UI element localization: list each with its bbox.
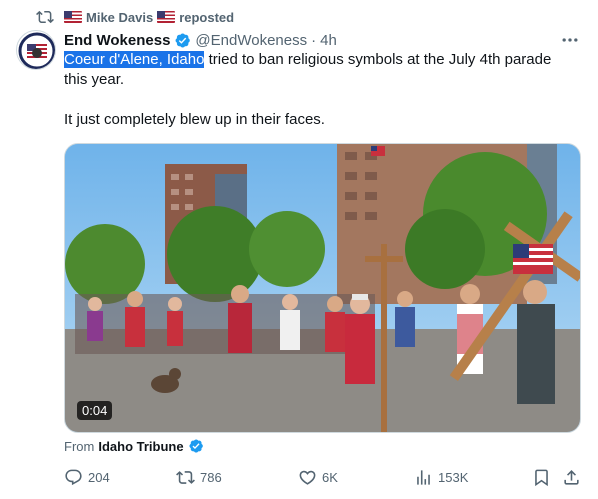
share-button[interactable] xyxy=(562,466,581,488)
like-button[interactable]: 6K xyxy=(298,466,338,488)
action-bar: 204 786 6K 153K xyxy=(64,466,584,488)
avatar[interactable] xyxy=(16,30,56,70)
source-prefix: From xyxy=(64,438,95,454)
view-count: 153K xyxy=(438,469,469,485)
like-count: 6K xyxy=(322,469,338,485)
video-player[interactable]: 0:04 xyxy=(64,143,581,433)
views-button[interactable]: 153K xyxy=(414,466,468,488)
tweet-line-2: It just completely blew up in their face… xyxy=(64,111,325,128)
video-thumbnail xyxy=(65,144,580,432)
repost-icon xyxy=(176,470,195,484)
heart-icon xyxy=(299,470,316,485)
repost-count: 786 xyxy=(200,469,222,485)
tweet-line-1: Coeur d'Alene, Idaho tried to ban religi… xyxy=(64,50,574,90)
bookmark-icon xyxy=(535,469,548,486)
source-name[interactable]: Idaho Tribune xyxy=(98,439,183,454)
video-source: From Idaho Tribune xyxy=(64,437,204,455)
reply-count: 204 xyxy=(88,469,110,485)
tweet-header: End Wokeness @EndWokeness · 4h xyxy=(64,30,337,50)
analytics-icon xyxy=(417,469,430,485)
us-flag-icon xyxy=(64,11,82,23)
author-handle[interactable]: @EndWokeness xyxy=(195,32,307,49)
tweet-time[interactable]: 4h xyxy=(320,32,337,49)
verified-badge-icon xyxy=(175,33,191,47)
bookmark-button[interactable] xyxy=(532,466,551,488)
reply-icon xyxy=(65,469,82,485)
more-options-icon[interactable] xyxy=(560,30,580,50)
repost-button[interactable]: 786 xyxy=(176,466,222,488)
selected-text: Coeur d'Alene, Idaho xyxy=(64,51,205,68)
reply-button[interactable]: 204 xyxy=(64,466,110,488)
repost-user[interactable]: Mike Davis xyxy=(86,10,153,25)
author-name[interactable]: End Wokeness xyxy=(64,32,170,49)
video-duration: 0:04 xyxy=(77,401,113,420)
us-flag-icon xyxy=(157,11,176,23)
verified-badge-icon xyxy=(189,439,203,453)
share-icon xyxy=(564,469,579,485)
repost-header: Mike Davis reposted xyxy=(36,7,235,27)
repost-label: reposted xyxy=(179,9,235,25)
repost-icon xyxy=(36,10,54,24)
separator-dot: · xyxy=(311,31,317,49)
tweet-text: Coeur d'Alene, Idaho tried to ban religi… xyxy=(64,50,574,130)
